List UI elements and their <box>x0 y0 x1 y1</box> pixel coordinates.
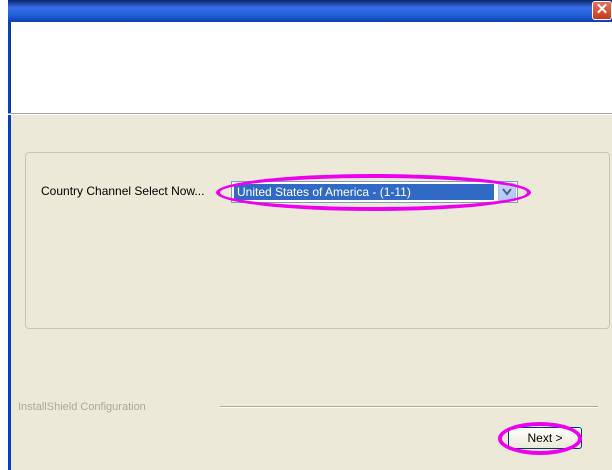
chevron-down-glyph <box>502 188 512 196</box>
country-channel-select[interactable]: United States of America - (1-11) <box>231 181 518 203</box>
country-channel-label: Country Channel Select Now... <box>41 184 205 198</box>
installshield-label: InstallShield Configuration <box>18 401 146 413</box>
header-band <box>8 22 612 113</box>
close-icon[interactable]: ✕ <box>592 1 612 20</box>
installer-window: ✕ <box>8 0 612 470</box>
title-bar[interactable]: ✕ <box>8 0 612 22</box>
settings-panel <box>25 152 610 329</box>
next-button[interactable]: Next > <box>508 427 582 449</box>
header-divider <box>8 113 612 115</box>
window-border <box>8 22 11 470</box>
selected-country-value[interactable]: United States of America - (1-11) <box>234 184 494 200</box>
footer-divider <box>220 406 598 408</box>
chevron-down-icon[interactable] <box>498 183 516 201</box>
